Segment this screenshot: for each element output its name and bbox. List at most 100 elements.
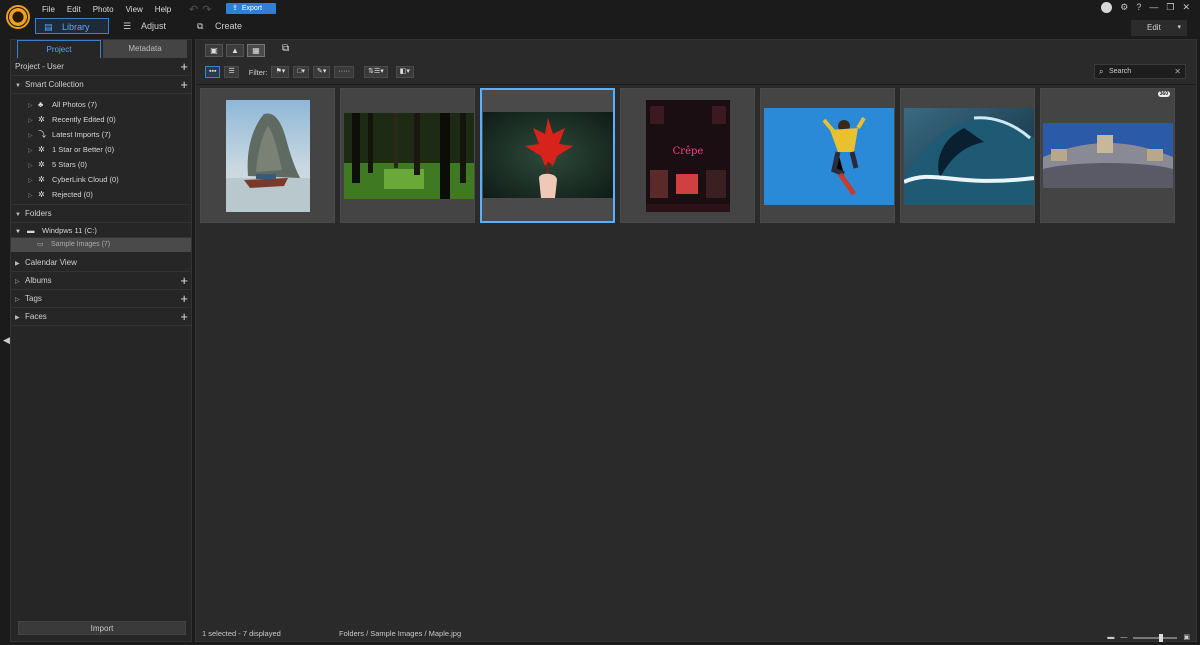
import-button[interactable]: Import xyxy=(18,621,186,635)
thumbnail-neon-cafe[interactable]: Crêpe xyxy=(620,88,755,223)
second-display-icon[interactable]: ⧉ xyxy=(282,43,289,54)
thumbnail-skateboarder[interactable] xyxy=(760,88,895,223)
undo-icon[interactable]: ↶ xyxy=(189,4,202,16)
sc-item-rejected[interactable]: ▷ ✲ Rejected (0) xyxy=(11,187,191,202)
clear-search-icon[interactable]: ✕ xyxy=(1174,65,1181,78)
export-button[interactable]: ⇪ Export xyxy=(226,3,276,14)
albums-header[interactable]: ▷ Albums + xyxy=(11,272,191,290)
photo-maple xyxy=(483,112,613,198)
expand-icon: ▷ xyxy=(28,193,33,199)
collapsed-icon: ▶ xyxy=(15,315,20,321)
project-user-header[interactable]: Project - User + xyxy=(11,58,191,76)
expanded-icon: ▼ xyxy=(15,229,21,235)
zoom-slider[interactable] xyxy=(1133,634,1178,642)
sc-item-latest-imports[interactable]: ▷ ⤵ Latest Imports (7) xyxy=(11,127,191,142)
add-face-icon[interactable]: + xyxy=(180,308,188,325)
add-tag-icon[interactable]: + xyxy=(180,290,188,307)
small-thumbnail-icon[interactable]: ▬ xyxy=(1107,631,1114,645)
panel-tabs: Project Metadata xyxy=(11,40,191,58)
tab-create[interactable]: ⧉ Create xyxy=(197,18,242,34)
stack-icon[interactable]: ◧▾ xyxy=(395,66,414,78)
rating-filter-icon[interactable]: ····· xyxy=(334,66,355,78)
drive-item[interactable]: ▼ ▬ Windpws 11 (C:) xyxy=(11,223,191,238)
thumbnail-wave[interactable] xyxy=(900,88,1035,223)
faces-label: Faces xyxy=(25,312,47,321)
thumbnail-panorama-360[interactable]: 360 xyxy=(1040,88,1175,223)
photo-skateboarder xyxy=(764,108,894,205)
flag-filter-icon[interactable]: ⚑▾ xyxy=(271,66,290,78)
folder-icon: ▭ xyxy=(37,241,44,248)
zoom-out-icon[interactable]: — xyxy=(1120,631,1127,645)
tab-project[interactable]: Project xyxy=(17,40,101,58)
color-label-filter-icon[interactable]: □▾ xyxy=(293,66,310,78)
sc-item-5-stars[interactable]: ▷ ✲ 5 Stars (0) xyxy=(11,157,191,172)
sc-item-all-photos[interactable]: ▷ ♣ All Photos (7) xyxy=(11,97,191,112)
svg-text:Crêpe: Crêpe xyxy=(673,146,704,157)
menu-photo[interactable]: Photo xyxy=(93,5,114,14)
add-album-icon[interactable]: + xyxy=(180,272,188,289)
zoom-in-icon[interactable]: ▣ xyxy=(1183,631,1190,645)
calendar-view-header[interactable]: ▶ Calendar View xyxy=(11,254,191,272)
sliders-icon: ☰ xyxy=(123,21,132,31)
thumbnail-forest[interactable] xyxy=(340,88,475,223)
compare-view-icon[interactable]: ▣ xyxy=(205,44,223,57)
library-icon: ▤ xyxy=(44,22,53,32)
edited-filter-icon[interactable]: ✎▾ xyxy=(313,66,331,78)
menu-file[interactable]: File xyxy=(42,5,55,14)
export-icon: ⇪ xyxy=(232,5,238,12)
account-icon[interactable] xyxy=(1101,2,1113,13)
undo-redo: ↶↷ xyxy=(189,3,215,16)
photo-neon-cafe: Crêpe xyxy=(646,100,730,212)
add-smart-collection-icon[interactable]: + xyxy=(180,76,188,93)
minimize-icon[interactable]: — xyxy=(1149,2,1158,13)
tab-metadata[interactable]: Metadata xyxy=(103,40,187,58)
close-icon[interactable]: ✕ xyxy=(1182,2,1190,13)
title-bar: File Edit Photo View Help ↶↷ ⇪ Export ▤ Li… xyxy=(0,0,1200,38)
list-view-icon[interactable]: ☰ xyxy=(224,66,239,78)
app-logo-icon xyxy=(6,5,30,29)
project-user-label: Project - User xyxy=(15,62,64,71)
expand-icon: ▷ xyxy=(15,297,20,303)
sort-icon[interactable]: ⇅☰▾ xyxy=(364,66,388,78)
tab-library[interactable]: ▤ Library xyxy=(35,18,109,34)
smart-icon: ✲ xyxy=(38,190,45,199)
settings-icon[interactable]: ⚙ xyxy=(1120,2,1128,13)
faces-header[interactable]: ▶ Faces + xyxy=(11,308,191,326)
albums-label: Albums xyxy=(25,276,52,285)
sc-item-recently-edited[interactable]: ▷ ✲ Recently Edited (0) xyxy=(11,112,191,127)
tab-library-label: Library xyxy=(62,22,90,32)
menu-edit[interactable]: Edit xyxy=(67,5,81,14)
tab-adjust[interactable]: ☰ Adjust xyxy=(121,18,166,34)
help-icon[interactable]: ? xyxy=(1136,2,1141,13)
sc-item-1-star[interactable]: ▷ ✲ 1 Star or Better (0) xyxy=(11,142,191,157)
zoom-control: ▬ — ▣ xyxy=(1107,631,1190,645)
grid-view-icon[interactable]: ▦ xyxy=(247,44,265,57)
tab-create-label: Create xyxy=(215,21,243,31)
menu-view[interactable]: View xyxy=(126,5,143,14)
search-icon: ⌕ xyxy=(1099,67,1104,76)
add-project-icon[interactable]: + xyxy=(180,58,188,75)
folders-header[interactable]: ▼ Folders xyxy=(11,205,191,223)
menu-help[interactable]: Help xyxy=(155,5,171,14)
thumbnail-size-icon[interactable]: ▪▪▪ xyxy=(205,66,221,78)
single-view-icon[interactable]: ▲ xyxy=(226,44,244,57)
tags-header[interactable]: ▷ Tags + xyxy=(11,290,191,308)
sc-item-cyberlink-cloud[interactable]: ▷ ✲ CyberLink Cloud (0) xyxy=(11,172,191,187)
redo-icon[interactable]: ↷ xyxy=(202,4,215,16)
search-input[interactable]: ⌕ Search ✕ xyxy=(1094,64,1186,79)
smart-collection-label: Smart Collection xyxy=(25,80,84,89)
thumbnail-maple[interactable] xyxy=(480,88,615,223)
restore-icon[interactable]: ❐ xyxy=(1166,2,1174,13)
collapse-panel-icon[interactable]: ◀ xyxy=(3,335,10,346)
edit-dropdown[interactable]: Edit ▾ xyxy=(1131,20,1187,36)
thumbnail-rock-island[interactable] xyxy=(200,88,335,223)
badge-360: 360 xyxy=(1157,91,1170,97)
folder-sample-images[interactable]: ▭ Sample Images (7) xyxy=(11,238,191,252)
left-panel: Project Metadata Project - User + ▼ Smart… xyxy=(10,39,192,642)
smart-icon: ✲ xyxy=(38,160,45,169)
folders-label: Folders xyxy=(25,209,52,218)
zoom-slider-knob[interactable] xyxy=(1159,634,1164,642)
expand-icon: ▷ xyxy=(15,279,20,285)
smart-collection-header[interactable]: ▼ Smart Collection + xyxy=(11,76,191,94)
sc-item-label: Recently Edited (0) xyxy=(52,115,116,124)
